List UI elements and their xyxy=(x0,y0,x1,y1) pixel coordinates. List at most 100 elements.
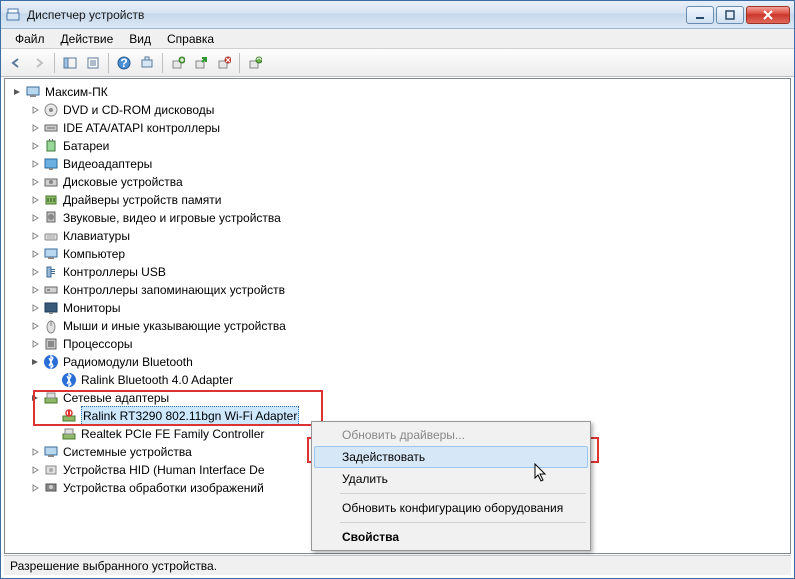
category-label: Драйверы устройств памяти xyxy=(63,191,221,209)
category-label: Устройства HID (Human Interface De xyxy=(63,461,265,479)
device-category-icon xyxy=(43,318,59,334)
category-label: Звуковые, видео и игровые устройства xyxy=(63,209,281,227)
category-label: Радиомодули Bluetooth xyxy=(63,353,193,371)
tree-category[interactable]: DVD и CD-ROM дисководы xyxy=(11,101,784,119)
ctx-scan[interactable]: Обновить конфигурацию оборудования xyxy=(314,497,588,519)
category-label: Устройства обработки изображений xyxy=(63,479,264,497)
expand-icon[interactable] xyxy=(29,464,41,476)
tree-category[interactable]: Драйверы устройств памяти xyxy=(11,191,784,209)
window-frame: Диспетчер устройств Файл Действие Вид Сп… xyxy=(0,0,795,579)
scan-for-changes-button[interactable] xyxy=(244,52,266,74)
forward-button[interactable] xyxy=(28,52,50,74)
ctx-separator xyxy=(340,522,586,523)
expand-icon[interactable] xyxy=(29,140,41,152)
device-category-icon xyxy=(43,174,59,190)
tree-category[interactable]: Мониторы xyxy=(11,299,784,317)
menubar: Файл Действие Вид Справка xyxy=(1,29,794,49)
computer-icon xyxy=(25,84,41,100)
tree-category[interactable]: Звуковые, видео и игровые устройства xyxy=(11,209,784,227)
device-category-icon xyxy=(43,300,59,316)
category-label: Видеоадаптеры xyxy=(63,155,152,173)
category-label: Клавиатуры xyxy=(63,227,130,245)
device-category-icon xyxy=(43,138,59,154)
expand-icon[interactable] xyxy=(29,446,41,458)
device-category-icon xyxy=(43,120,59,136)
category-label: Мыши и иные указывающие устройства xyxy=(63,317,286,335)
category-label: Сетевые адаптеры xyxy=(63,389,169,407)
properties-button[interactable] xyxy=(82,52,104,74)
expand-icon[interactable] xyxy=(29,248,41,260)
update-driver-button[interactable] xyxy=(167,52,189,74)
network-disabled-icon xyxy=(61,408,77,424)
device-category-icon xyxy=(43,264,59,280)
tree-category[interactable]: Батареи xyxy=(11,137,784,155)
menu-file[interactable]: Файл xyxy=(7,30,53,48)
ctx-separator xyxy=(340,493,586,494)
close-button[interactable] xyxy=(746,6,790,24)
expand-icon[interactable] xyxy=(29,176,41,188)
tree-category[interactable]: Контроллеры запоминающих устройств xyxy=(11,281,784,299)
tree-category[interactable]: Дисковые устройства xyxy=(11,173,784,191)
device-category-icon xyxy=(43,102,59,118)
expand-icon[interactable] xyxy=(29,212,41,224)
category-label: Мониторы xyxy=(63,299,120,317)
tree-item-bt-adapter[interactable]: Ralink Bluetooth 4.0 Adapter xyxy=(11,371,784,389)
tree-root[interactable]: Максим-ПК xyxy=(11,83,784,101)
device-category-icon xyxy=(43,282,59,298)
expand-icon[interactable] xyxy=(29,338,41,350)
collapse-icon[interactable] xyxy=(29,356,41,368)
context-menu: Обновить драйверы... Задействовать Удали… xyxy=(311,421,591,551)
category-label: Процессоры xyxy=(63,335,133,353)
minimize-button[interactable] xyxy=(686,6,714,24)
tree-category[interactable]: Контроллеры USB xyxy=(11,263,784,281)
app-icon xyxy=(5,7,21,23)
ctx-delete[interactable]: Удалить xyxy=(314,468,588,490)
back-button[interactable] xyxy=(5,52,27,74)
maximize-button[interactable] xyxy=(716,6,744,24)
tree-category[interactable]: Процессоры xyxy=(11,335,784,353)
titlebar: Диспетчер устройств xyxy=(1,1,794,29)
scan-hardware-button[interactable] xyxy=(136,52,158,74)
bluetooth-icon xyxy=(43,354,59,370)
category-label: Контроллеры запоминающих устройств xyxy=(63,281,285,299)
tree-category-bluetooth[interactable]: Радиомодули Bluetooth xyxy=(11,353,784,371)
tree-category[interactable]: IDE ATA/ATAPI контроллеры xyxy=(11,119,784,137)
menu-view[interactable]: Вид xyxy=(121,30,159,48)
menu-help[interactable]: Справка xyxy=(159,30,222,48)
device-category-icon xyxy=(43,246,59,262)
menu-action[interactable]: Действие xyxy=(53,30,122,48)
uninstall-device-button[interactable] xyxy=(213,52,235,74)
category-label: Контроллеры USB xyxy=(63,263,166,281)
expand-icon[interactable] xyxy=(29,302,41,314)
toolbar-separator xyxy=(239,53,240,73)
device-category-icon xyxy=(43,192,59,208)
category-label: Компьютер xyxy=(63,245,125,263)
expand-icon[interactable] xyxy=(29,266,41,278)
tree-category[interactable]: Мыши и иные указывающие устройства xyxy=(11,317,784,335)
status-text: Разрешение выбранного устройства. xyxy=(10,559,217,573)
expand-icon[interactable] xyxy=(29,104,41,116)
expand-icon[interactable] xyxy=(29,284,41,296)
expand-icon[interactable] xyxy=(29,158,41,170)
tree-category-network[interactable]: Сетевые адаптеры xyxy=(11,389,784,407)
tree-category[interactable]: Компьютер xyxy=(11,245,784,263)
ctx-update-drivers[interactable]: Обновить драйверы... xyxy=(314,424,588,446)
help-button[interactable]: ? xyxy=(113,52,135,74)
ctx-properties[interactable]: Свойства xyxy=(314,526,588,548)
collapse-icon[interactable] xyxy=(29,392,41,404)
expand-icon[interactable] xyxy=(29,194,41,206)
enable-device-button[interactable] xyxy=(190,52,212,74)
ctx-enable[interactable]: Задействовать xyxy=(314,446,588,468)
expand-icon[interactable] xyxy=(29,320,41,332)
tree-category[interactable]: Клавиатуры xyxy=(11,227,784,245)
expand-icon[interactable] xyxy=(29,230,41,242)
device-category-icon xyxy=(43,336,59,352)
category-label: Батареи xyxy=(63,137,109,155)
collapse-icon[interactable] xyxy=(11,86,23,98)
show-hide-tree-button[interactable] xyxy=(59,52,81,74)
bluetooth-icon xyxy=(61,372,77,388)
expand-icon[interactable] xyxy=(29,122,41,134)
tree-category[interactable]: Видеоадаптеры xyxy=(11,155,784,173)
expand-icon[interactable] xyxy=(29,482,41,494)
toolbar: ? xyxy=(1,49,794,77)
